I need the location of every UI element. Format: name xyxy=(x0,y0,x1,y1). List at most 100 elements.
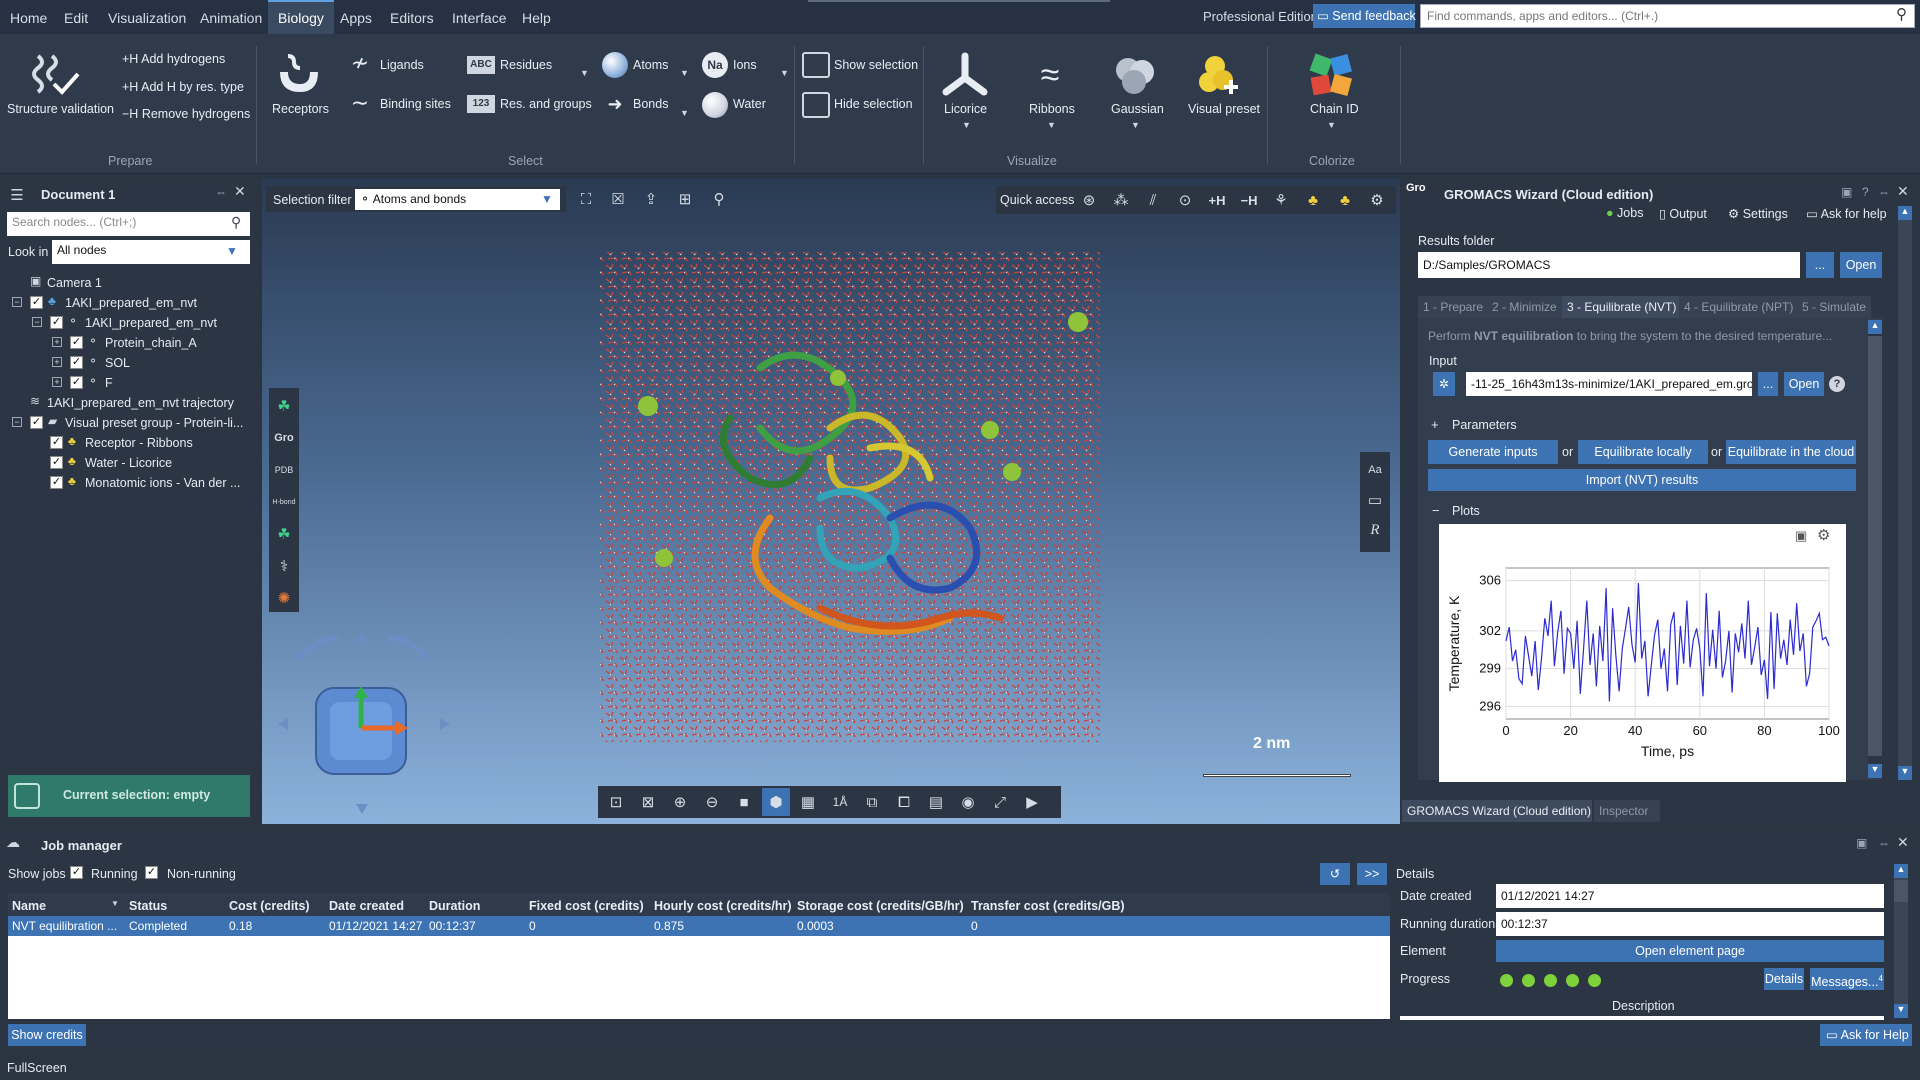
node-search-input[interactable]: Search nodes... (Ctrl+;) xyxy=(7,212,250,236)
steering-icon[interactable]: ⊛ xyxy=(1075,186,1103,214)
save-layout-icon[interactable]: ▣ xyxy=(1856,836,1867,850)
tree-expander-icon[interactable]: − xyxy=(12,417,22,427)
stereo-icon[interactable]: ▤ xyxy=(922,788,950,816)
tree-checkbox[interactable]: ✓ xyxy=(70,336,83,349)
tree-expander-icon[interactable]: + xyxy=(52,337,62,347)
grid-icon[interactable]: ▦ xyxy=(794,788,822,816)
show-selection-icon[interactable] xyxy=(802,52,830,78)
zoom-out-icon[interactable]: ⊖ xyxy=(698,788,726,816)
tree-checkbox[interactable]: ✓ xyxy=(70,376,83,389)
menu-home[interactable]: Home xyxy=(0,0,57,34)
settings-link[interactable]: ⚙ Settings xyxy=(1728,206,1788,221)
grow-selection-icon[interactable]: ⇪ xyxy=(637,185,665,213)
save-plot-icon[interactable]: ▣ xyxy=(1795,528,1807,544)
tab-simulate[interactable]: 5 - Simulate xyxy=(1797,296,1872,318)
licorice-label[interactable]: Licorice xyxy=(944,102,987,116)
table-row[interactable] xyxy=(8,916,1390,936)
gromacs-tool-icon[interactable]: Gro xyxy=(270,424,298,452)
tree-item-label[interactable]: Visual preset group - Protein-li... xyxy=(65,416,243,430)
refresh-icon[interactable]: ↺ xyxy=(1320,863,1350,885)
close-icon[interactable]: ✕ xyxy=(1897,834,1909,851)
structure-validation-icon[interactable] xyxy=(30,50,86,100)
find-icon[interactable]: ⚲ xyxy=(705,185,733,213)
pin-icon[interactable]: ⇔ xyxy=(1878,836,1890,850)
menu-apps[interactable]: Apps xyxy=(330,0,382,34)
jobs-link[interactable]: ● Jobs xyxy=(1606,206,1643,220)
search-icon[interactable]: ⚲ xyxy=(1896,5,1907,23)
background-icon[interactable]: ■ xyxy=(730,788,758,816)
tree-item-label[interactable]: Protein_chain_A xyxy=(105,336,197,350)
hbond-tool-icon[interactable]: H-bond xyxy=(270,488,298,516)
import-results-button[interactable]: Import (NVT) results xyxy=(1428,469,1856,491)
col-storage-cost[interactable]: Storage cost (credits/GB/hr) xyxy=(797,896,964,916)
plot-settings-icon[interactable]: ⚙ xyxy=(1817,526,1830,544)
molecule-icon[interactable]: ⁂ xyxy=(1107,186,1135,214)
fullscreen-icon[interactable]: ⤢ xyxy=(986,788,1014,816)
licorice-dropdown-icon[interactable]: ▼ xyxy=(962,120,971,130)
menu-visualization[interactable]: Visualization xyxy=(98,0,196,34)
tree-item-label[interactable]: Water - Licorice xyxy=(85,456,172,470)
wizard-scrollbar[interactable]: ▲ ▼ xyxy=(1898,206,1912,780)
clear-selection-icon[interactable]: ☒ xyxy=(604,185,632,213)
look-in-select[interactable]: All nodes xyxy=(52,240,250,264)
scroll-down-icon[interactable]: ▼ xyxy=(1894,1004,1908,1018)
equilibrate-cloud-button[interactable]: Equilibrate in the cloud xyxy=(1726,440,1856,464)
tree-item-label[interactable]: 1AKI_prepared_em_nvt xyxy=(85,316,217,330)
search-icon[interactable]: ⚲ xyxy=(231,214,241,231)
command-search-input[interactable]: Find commands, apps and editors... (Ctrl… xyxy=(1420,4,1915,28)
tree-item-label[interactable]: Monatomic ions - Van der ... xyxy=(85,476,240,490)
sort-desc-icon[interactable]: ▼ xyxy=(111,899,119,908)
tree-checkbox[interactable]: ✓ xyxy=(50,476,63,489)
input-picker-icon[interactable]: ✲ xyxy=(1433,372,1455,396)
invert-selection-icon[interactable]: ⊞ xyxy=(671,185,699,213)
col-name[interactable]: Name xyxy=(12,896,46,916)
input-browse-button[interactable]: ... xyxy=(1758,372,1778,396)
chevron-down-icon[interactable]: ▼ xyxy=(541,192,553,206)
ligands-button[interactable]: Ligands xyxy=(380,58,424,72)
tree-checkbox[interactable]: ✓ xyxy=(70,356,83,369)
water-button[interactable]: Water xyxy=(733,97,766,111)
input-open-button[interactable]: Open xyxy=(1784,372,1824,396)
tab-inspector[interactable]: Inspector xyxy=(1594,800,1660,822)
chevron-down-icon[interactable]: ▼ xyxy=(226,244,238,258)
tab-prepare[interactable]: 1 - Prepare xyxy=(1418,296,1489,318)
bonds-dropdown-icon[interactable]: ▼ xyxy=(680,108,689,118)
atoms-icon[interactable] xyxy=(602,52,628,78)
tree-expander-icon[interactable]: + xyxy=(52,377,62,387)
col-hourly-cost[interactable]: Hourly cost (credits/hr) xyxy=(654,896,792,916)
res-groups-icon[interactable]: 123 xyxy=(467,95,495,113)
tab-gromacs-wizard[interactable]: GROMACS Wizard (Cloud edition) xyxy=(1402,800,1592,822)
water-icon[interactable] xyxy=(702,92,728,118)
remove-hydrogens-button[interactable]: −H Remove hydrogens xyxy=(122,107,250,121)
tree-expander-icon[interactable]: − xyxy=(12,297,22,307)
ask-help-link[interactable]: ▭ Ask for help xyxy=(1806,206,1887,221)
help-icon[interactable]: ? xyxy=(1862,185,1869,199)
angstrom-icon[interactable]: 1Å xyxy=(826,788,854,816)
visual-preset-label[interactable]: Visual preset xyxy=(1188,102,1260,116)
preset-add-icon[interactable]: ♣ xyxy=(1331,186,1359,214)
screenshot-icon[interactable]: ⧉ xyxy=(858,788,886,816)
forward-button[interactable]: >> xyxy=(1357,863,1387,885)
scroll-thumb[interactable] xyxy=(1894,880,1908,902)
scroll-down-icon[interactable]: ▼ xyxy=(1868,764,1882,778)
settings-gear-icon[interactable]: ⚙ xyxy=(1363,186,1391,214)
gaussian-icon[interactable] xyxy=(1110,52,1160,98)
measure-icon[interactable]: ▭ xyxy=(1361,486,1389,514)
ions-button[interactable]: Ions xyxy=(733,58,757,72)
show-credits-button[interactable]: Show credits xyxy=(8,1024,86,1046)
running-checkbox[interactable]: ✓ xyxy=(70,866,83,879)
ions-icon[interactable]: Na xyxy=(702,52,728,78)
hide-selection-icon[interactable] xyxy=(802,92,830,118)
surface-tool-icon[interactable]: ✺ xyxy=(270,584,298,612)
tree-checkbox[interactable]: ✓ xyxy=(30,296,43,309)
res-groups-button[interactable]: Res. and groups xyxy=(500,97,592,111)
col-status[interactable]: Status xyxy=(129,896,167,916)
scroll-down-icon[interactable]: ▼ xyxy=(1898,766,1912,780)
plots-toggle[interactable]: Plots xyxy=(1452,504,1480,518)
scroll-thumb[interactable] xyxy=(1868,336,1882,756)
pdb-tool-icon[interactable]: PDB xyxy=(270,456,298,484)
play-icon[interactable]: ▶ xyxy=(1018,788,1046,816)
send-feedback-button[interactable]: ▭ Send feedback xyxy=(1313,4,1416,28)
r-group-icon[interactable]: R xyxy=(1361,516,1389,544)
scroll-up-icon[interactable]: ▲ xyxy=(1894,864,1908,878)
